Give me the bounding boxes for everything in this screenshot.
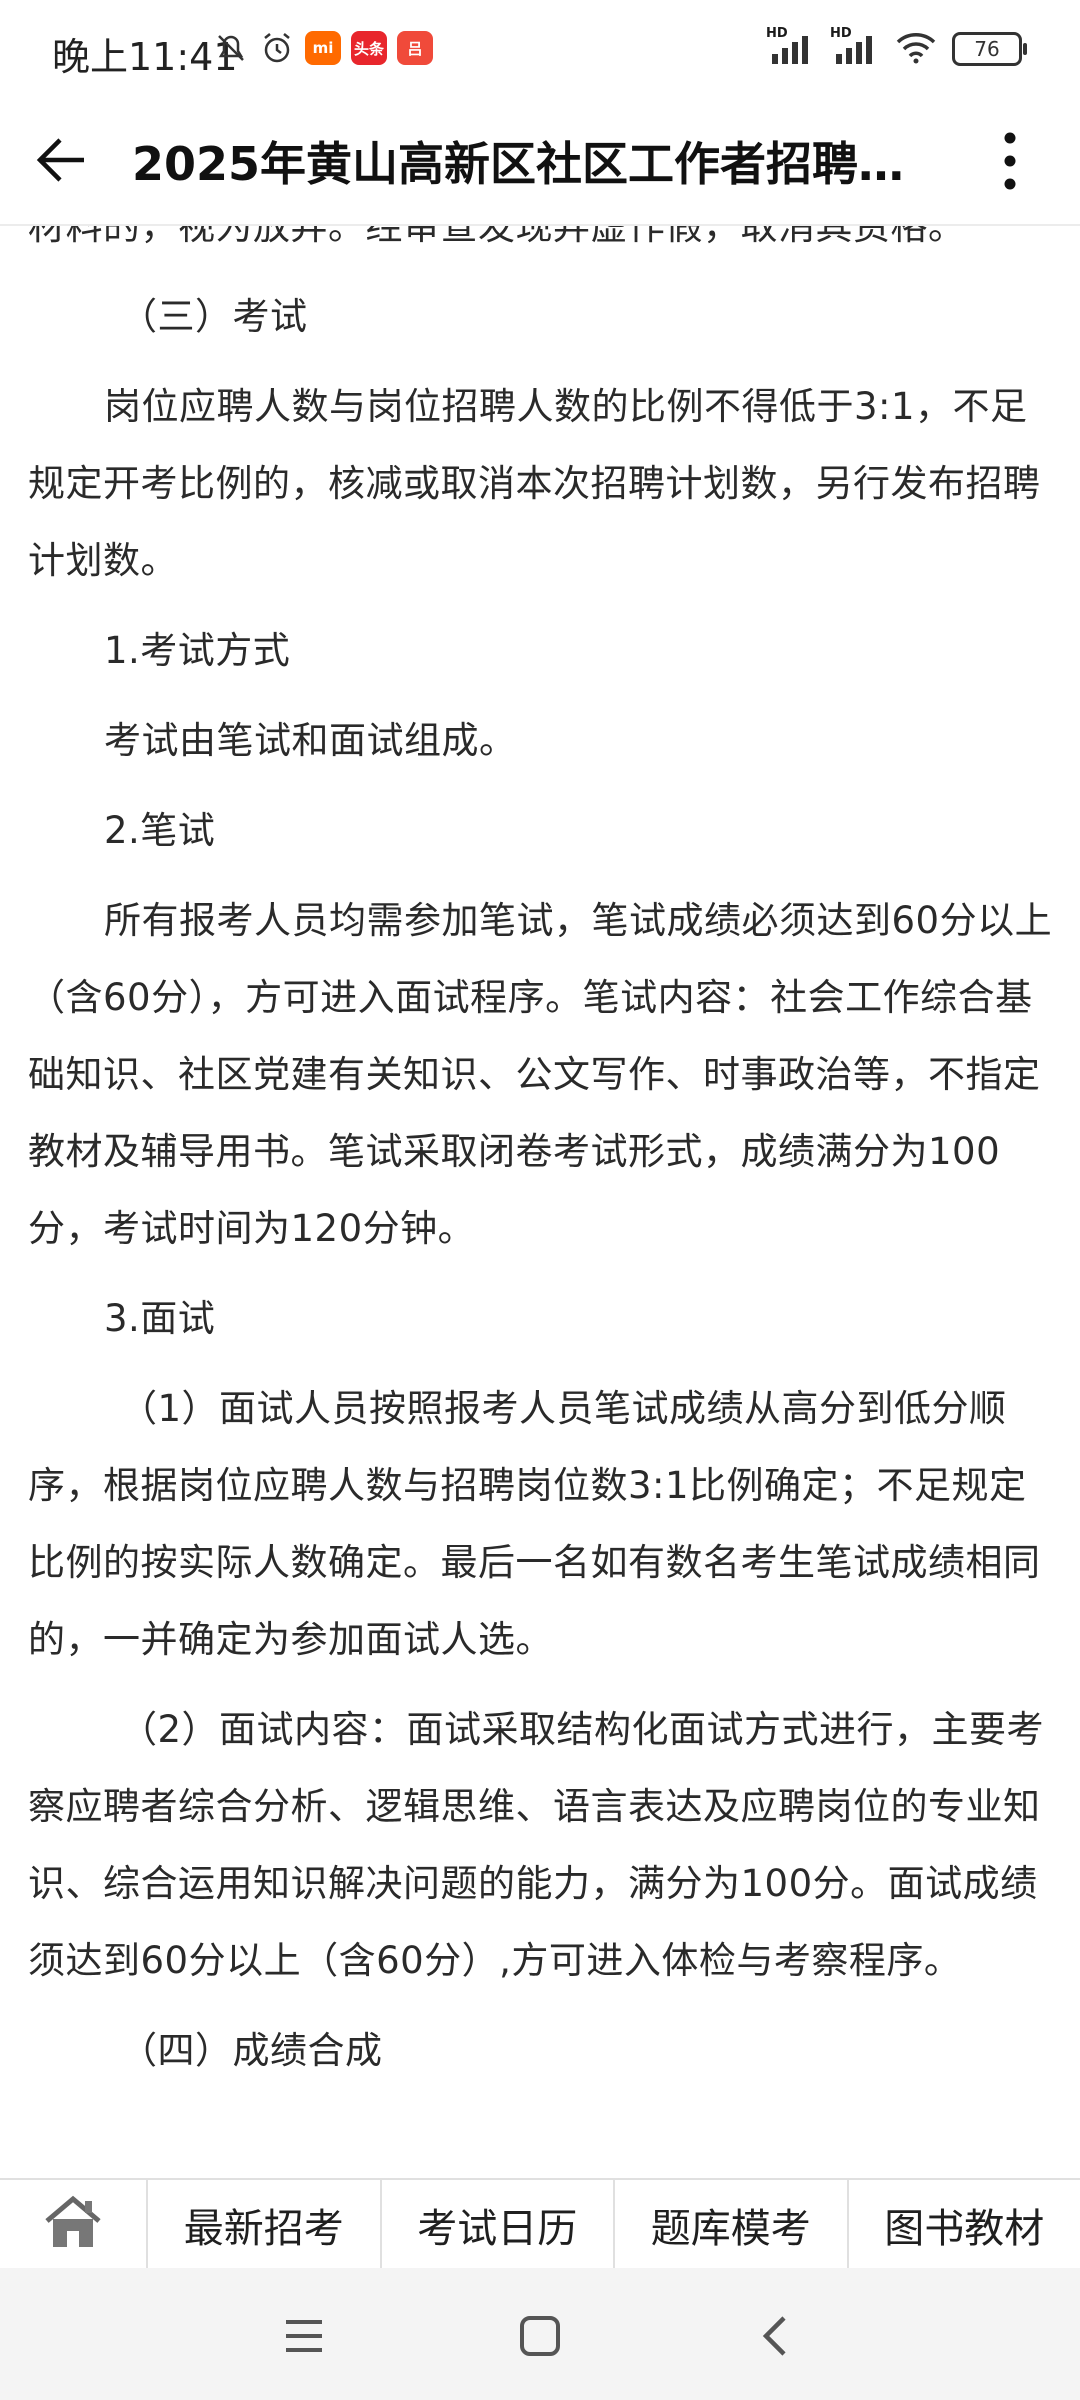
battery-indicator: 76: [952, 32, 1027, 66]
signal-icon: HD: [766, 26, 816, 66]
article-content[interactable]: 材料的，视为放弃。经审查发现弄虚作假，取消其资格。 （三）考试 岗位应聘人数与岗…: [0, 226, 1080, 2178]
app-notification-icon: 吕: [397, 31, 433, 65]
paragraph: （2）面试内容：面试采取结构化面试方式进行，主要考察应聘者综合分析、逻辑思维、语…: [28, 1708, 1045, 1982]
section-heading: （三）考试: [120, 295, 308, 338]
paragraph: 所有报考人员均需参加笔试，笔试成绩必须达到60分以上（含60分），方可进入面试程…: [28, 899, 1053, 1250]
back-arrow-icon[interactable]: [32, 130, 92, 190]
paragraph: （1）面试人员按照报考人员笔试成绩从高分到低分顺序，根据岗位应聘人数与招聘岗位数…: [28, 1387, 1041, 1661]
subsection-heading: 3.面试: [104, 1297, 216, 1340]
page-title: 2025年黄山高新区社区工作者招聘…: [132, 137, 905, 191]
toutiao-app-icon: 头条: [351, 31, 387, 65]
status-system-icons: HD HD 76: [766, 26, 1027, 68]
more-vertical-icon[interactable]: [990, 128, 1030, 194]
app-bar: 2025年黄山高新区社区工作者招聘…: [0, 100, 1080, 226]
wifi-icon: [894, 30, 938, 68]
system-navigation-bar: [0, 2268, 1080, 2400]
status-bar: 晚上11:41 mi 头条 吕 HD HD 76: [0, 0, 1080, 100]
bottom-nav: 最新招考 考试日历 题库模考 图书教材: [0, 2178, 1080, 2270]
nav-question-bank[interactable]: 题库模考: [615, 2180, 849, 2270]
nav-books[interactable]: 图书教材: [849, 2180, 1080, 2270]
alarm-icon: [259, 30, 295, 66]
subsection-heading: 2.笔试: [104, 809, 216, 852]
mi-app-icon: mi: [305, 31, 341, 65]
subsection-heading: 1.考试方式: [104, 629, 291, 672]
home-square-icon[interactable]: [512, 2308, 568, 2364]
paragraph: 岗位应聘人数与岗位招聘人数的比例不得低于3:1，不足规定开考比例的，核减或取消本…: [28, 385, 1041, 582]
nav-exam-calendar[interactable]: 考试日历: [382, 2180, 615, 2270]
nav-home-button[interactable]: [0, 2180, 148, 2270]
signal-icon-2: HD: [830, 26, 880, 66]
paragraph: 材料的，视为放弃。经审查发现弄虚作假，取消其资格。: [28, 226, 966, 248]
mute-icon: [213, 30, 249, 66]
menu-icon[interactable]: [276, 2308, 332, 2364]
nav-latest-recruitment[interactable]: 最新招考: [148, 2180, 382, 2270]
status-time: 晚上11:41: [52, 35, 238, 79]
section-heading: （四）成绩合成: [120, 2029, 383, 2072]
home-icon: [43, 2195, 103, 2255]
article-body: 材料的，视为放弃。经审查发现弄虚作假，取消其资格。 （三）考试 岗位应聘人数与岗…: [0, 226, 1080, 2089]
paragraph: 考试由笔试和面试组成。: [104, 719, 517, 762]
back-chevron-icon[interactable]: [748, 2308, 804, 2364]
status-notification-icons: mi 头条 吕: [213, 30, 433, 66]
